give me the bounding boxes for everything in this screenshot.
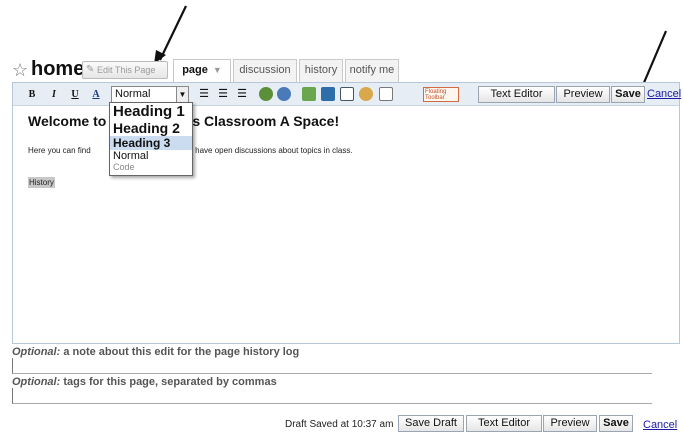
- tags-text: tags for this page, separated by commas: [63, 376, 277, 388]
- edit-page-button[interactable]: ✎ Edit This Page: [82, 61, 168, 79]
- footer-cancel-link[interactable]: Cancel: [643, 419, 677, 431]
- dropdown-option-heading-2[interactable]: Heading 2: [110, 120, 192, 136]
- file-icon[interactable]: [321, 87, 335, 101]
- bold-button[interactable]: B: [27, 87, 37, 102]
- edit-page-label: Edit This Page: [97, 65, 156, 75]
- floating-toolbar-button[interactable]: Floating Toolbar: [423, 87, 459, 102]
- chevron-down-icon: ▼: [212, 65, 222, 75]
- tab-page[interactable]: page ▼: [173, 59, 231, 82]
- image-icon[interactable]: [302, 87, 316, 101]
- tab-history-label: history: [304, 64, 338, 76]
- highlighted-text: History: [28, 177, 55, 188]
- footer-text-editor-button[interactable]: Text Editor: [466, 415, 542, 432]
- pencil-icon: ✎: [86, 64, 95, 75]
- tab-notify-me-label: notify me: [349, 64, 395, 76]
- heading-right: s Classroom A Space!: [192, 113, 340, 129]
- table-icon[interactable]: [340, 87, 354, 101]
- dropdown-option-heading-1[interactable]: Heading 1: [110, 103, 192, 120]
- paragraph-right: rk and have open discussions about topic…: [170, 146, 353, 155]
- external-link-icon[interactable]: [277, 87, 291, 101]
- chevron-down-icon: ▼: [176, 87, 188, 102]
- tab-discussion-label: discussion: [239, 64, 291, 76]
- footer-preview-button[interactable]: Preview: [543, 415, 597, 432]
- style-select-value: Normal: [115, 88, 151, 100]
- page-header: ☆ home ✎ Edit This Page page ▼ discussion…: [12, 58, 680, 83]
- indent-icon[interactable]: ☰: [235, 87, 249, 102]
- edit-note-input[interactable]: [12, 358, 652, 374]
- text-color-button[interactable]: A: [90, 87, 102, 102]
- special-char-icon[interactable]: [379, 87, 393, 101]
- save-draft-button[interactable]: Save Draft: [398, 415, 464, 432]
- tab-page-label: page: [182, 64, 208, 76]
- tags-optional: Optional:: [12, 376, 61, 388]
- cancel-link[interactable]: Cancel: [647, 88, 681, 100]
- style-select[interactable]: Normal ▼: [111, 86, 189, 103]
- paragraph-left: Here you can find: [28, 146, 91, 155]
- save-button[interactable]: Save: [611, 86, 645, 103]
- tab-notify-me[interactable]: notify me: [345, 59, 399, 82]
- link-icon[interactable]: [259, 87, 273, 101]
- edit-note-optional: Optional:: [12, 346, 61, 358]
- italic-button[interactable]: I: [49, 87, 59, 102]
- page-title: home: [31, 58, 85, 80]
- style-dropdown-menu: Heading 1 Heading 2 Heading 3 Normal Cod…: [109, 102, 193, 176]
- dropdown-option-code[interactable]: Code: [110, 162, 192, 172]
- underline-button[interactable]: U: [70, 87, 80, 102]
- ordered-list-icon[interactable]: ☰: [197, 87, 211, 102]
- edit-note-text: a note about this edit for the page hist…: [63, 346, 300, 358]
- tags-label: Optional: tags for this page, separated …: [12, 376, 277, 388]
- text-editor-button[interactable]: Text Editor: [478, 86, 555, 103]
- tab-history[interactable]: history: [299, 59, 343, 82]
- tab-discussion[interactable]: discussion: [233, 59, 297, 82]
- tags-input[interactable]: [12, 388, 652, 404]
- edit-note-label: Optional: a note about this edit for the…: [12, 346, 299, 358]
- unordered-list-icon[interactable]: ☰: [216, 87, 230, 102]
- dropdown-option-heading-3[interactable]: Heading 3: [110, 136, 192, 150]
- preview-button[interactable]: Preview: [556, 86, 610, 103]
- draft-status: Draft Saved at 10:37 am: [285, 419, 394, 430]
- dropdown-option-normal[interactable]: Normal: [110, 150, 192, 162]
- footer-save-button[interactable]: Save: [599, 415, 633, 432]
- floating-toolbar-label: Floating Toolbar: [425, 89, 447, 101]
- star-icon[interactable]: ☆: [12, 60, 28, 80]
- heading-left: Welcome to: [28, 113, 107, 129]
- widget-icon[interactable]: [359, 87, 373, 101]
